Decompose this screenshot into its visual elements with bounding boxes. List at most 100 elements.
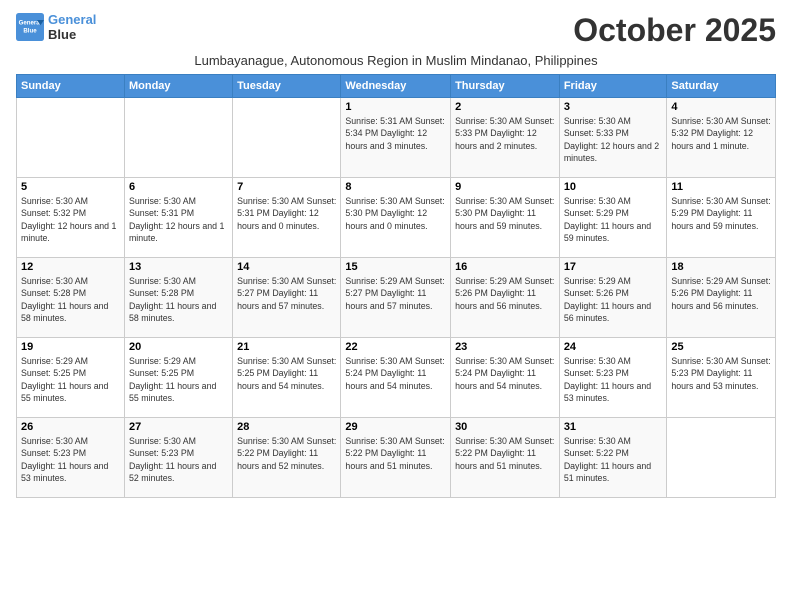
day-info: Sunrise: 5:29 AM Sunset: 5:26 PM Dayligh… [455,275,555,312]
day-number: 17 [564,261,663,273]
day-info: Sunrise: 5:30 AM Sunset: 5:23 PM Dayligh… [21,435,120,484]
day-number: 26 [21,421,120,433]
day-info: Sunrise: 5:30 AM Sunset: 5:28 PM Dayligh… [129,275,228,324]
day-cell: 31Sunrise: 5:30 AM Sunset: 5:22 PM Dayli… [559,418,667,498]
day-number: 23 [455,341,555,353]
week-row-2: 5 Sunrise: 5:30 AM Sunset: 5:32 PM Daylig… [17,178,776,258]
day-number: 6 [129,181,228,193]
logo-line2: Blue [48,27,76,42]
day-cell: 23Sunrise: 5:30 AM Sunset: 5:24 PM Dayli… [451,338,560,418]
day-number: 30 [455,421,555,433]
day-info: Sunrise: 5:30 AM Sunset: 5:23 PM Dayligh… [564,355,663,404]
day-number: 10 [564,181,663,193]
day-info: Sunrise: 5:30 AM Sunset: 5:30 PM Dayligh… [345,195,446,232]
day-cell: 7 Sunrise: 5:30 AM Sunset: 5:31 PM Daylig… [233,178,341,258]
page: General Blue General Blue October 2025 L… [0,0,792,612]
day-info: Sunrise: 5:29 AM Sunset: 5:27 PM Dayligh… [345,275,446,312]
day-cell: 12 Sunrise: 5:30 AM Sunset: 5:28 PM Dayli… [17,258,125,338]
day-number: 14 [237,261,336,273]
day-number: 5 [21,181,120,193]
col-friday: Friday [559,75,667,98]
day-cell: 15 Sunrise: 5:29 AM Sunset: 5:27 PM Dayli… [341,258,451,338]
day-number: 19 [21,341,120,353]
day-number: 18 [671,261,771,273]
day-info: Sunrise: 5:30 AM Sunset: 5:29 PM Dayligh… [671,195,771,232]
logo-text: General Blue [48,12,96,42]
logo-icon: General Blue [16,13,44,41]
day-number: 28 [237,421,336,433]
day-info: Sunrise: 5:30 AM Sunset: 5:28 PM Dayligh… [21,275,120,324]
day-cell: 27 Sunrise: 5:30 AM Sunset: 5:23 PM Dayli… [124,418,232,498]
logo-line1: General [48,12,96,27]
day-number: 2 [455,101,555,113]
day-info: Sunrise: 5:30 AM Sunset: 5:31 PM Dayligh… [129,195,228,244]
week-row-5: 26 Sunrise: 5:30 AM Sunset: 5:23 PM Dayli… [17,418,776,498]
month-title: October 2025 [573,12,776,49]
day-cell [233,98,341,178]
day-info: Sunrise: 5:30 AM Sunset: 5:31 PM Dayligh… [237,195,336,232]
day-info: Sunrise: 5:29 AM Sunset: 5:26 PM Dayligh… [564,275,663,324]
day-cell: 26 Sunrise: 5:30 AM Sunset: 5:23 PM Dayli… [17,418,125,498]
day-number: 11 [671,181,771,193]
day-cell: 2Sunrise: 5:30 AM Sunset: 5:33 PM Daylig… [451,98,560,178]
day-cell: 4 Sunrise: 5:30 AM Sunset: 5:32 PM Daylig… [667,98,776,178]
day-number: 22 [345,341,446,353]
day-info: Sunrise: 5:30 AM Sunset: 5:33 PM Dayligh… [564,115,663,164]
day-cell: 8Sunrise: 5:30 AM Sunset: 5:30 PM Daylig… [341,178,451,258]
day-cell: 22Sunrise: 5:30 AM Sunset: 5:24 PM Dayli… [341,338,451,418]
day-number: 27 [129,421,228,433]
day-cell: 21Sunrise: 5:30 AM Sunset: 5:25 PM Dayli… [233,338,341,418]
day-info: Sunrise: 5:30 AM Sunset: 5:32 PM Dayligh… [21,195,120,244]
day-cell [17,98,125,178]
day-cell: 20Sunrise: 5:29 AM Sunset: 5:25 PM Dayli… [124,338,232,418]
day-cell: 14 Sunrise: 5:30 AM Sunset: 5:27 PM Dayli… [233,258,341,338]
day-info: Sunrise: 5:30 AM Sunset: 5:23 PM Dayligh… [671,355,771,392]
day-cell: 6 Sunrise: 5:30 AM Sunset: 5:31 PM Daylig… [124,178,232,258]
day-number: 1 [345,101,446,113]
day-info: Sunrise: 5:30 AM Sunset: 5:22 PM Dayligh… [455,435,555,472]
day-cell: 30 Sunrise: 5:30 AM Sunset: 5:22 PM Dayli… [451,418,560,498]
day-number: 15 [345,261,446,273]
day-cell: 25 Sunrise: 5:30 AM Sunset: 5:23 PM Dayli… [667,338,776,418]
day-cell: 3 Sunrise: 5:30 AM Sunset: 5:33 PM Daylig… [559,98,667,178]
day-info: Sunrise: 5:29 AM Sunset: 5:26 PM Dayligh… [671,275,771,312]
day-info: Sunrise: 5:30 AM Sunset: 5:23 PM Dayligh… [129,435,228,484]
col-wednesday: Wednesday [341,75,451,98]
col-tuesday: Tuesday [233,75,341,98]
day-number: 25 [671,341,771,353]
day-cell [124,98,232,178]
day-info: Sunrise: 5:29 AM Sunset: 5:25 PM Dayligh… [129,355,228,404]
day-info: Sunrise: 5:31 AM Sunset: 5:34 PM Dayligh… [345,115,446,152]
day-number: 16 [455,261,555,273]
day-cell: 29Sunrise: 5:30 AM Sunset: 5:22 PM Dayli… [341,418,451,498]
col-saturday: Saturday [667,75,776,98]
day-number: 29 [345,421,446,433]
subtitle: Lumbayanague, Autonomous Region in Musli… [16,53,776,68]
day-number: 7 [237,181,336,193]
day-cell: 5 Sunrise: 5:30 AM Sunset: 5:32 PM Daylig… [17,178,125,258]
day-cell: 17 Sunrise: 5:29 AM Sunset: 5:26 PM Dayli… [559,258,667,338]
header-row: Sunday Monday Tuesday Wednesday Thursday… [17,75,776,98]
day-cell: 1 Sunrise: 5:31 AM Sunset: 5:34 PM Daylig… [341,98,451,178]
day-cell: 19Sunrise: 5:29 AM Sunset: 5:25 PM Dayli… [17,338,125,418]
day-info: Sunrise: 5:30 AM Sunset: 5:30 PM Dayligh… [455,195,555,232]
header: General Blue General Blue October 2025 [16,12,776,49]
week-row-3: 12 Sunrise: 5:30 AM Sunset: 5:28 PM Dayli… [17,258,776,338]
day-number: 9 [455,181,555,193]
calendar-table: Sunday Monday Tuesday Wednesday Thursday… [16,74,776,498]
day-info: Sunrise: 5:30 AM Sunset: 5:27 PM Dayligh… [237,275,336,312]
day-info: Sunrise: 5:30 AM Sunset: 5:29 PM Dayligh… [564,195,663,244]
day-number: 31 [564,421,663,433]
day-number: 4 [671,101,771,113]
day-info: Sunrise: 5:30 AM Sunset: 5:32 PM Dayligh… [671,115,771,152]
day-number: 13 [129,261,228,273]
day-cell: 16 Sunrise: 5:29 AM Sunset: 5:26 PM Dayli… [451,258,560,338]
day-cell: 24Sunrise: 5:30 AM Sunset: 5:23 PM Dayli… [559,338,667,418]
day-number: 21 [237,341,336,353]
col-sunday: Sunday [17,75,125,98]
day-number: 12 [21,261,120,273]
day-number: 3 [564,101,663,113]
week-row-1: 1 Sunrise: 5:31 AM Sunset: 5:34 PM Daylig… [17,98,776,178]
col-thursday: Thursday [451,75,560,98]
day-cell [667,418,776,498]
